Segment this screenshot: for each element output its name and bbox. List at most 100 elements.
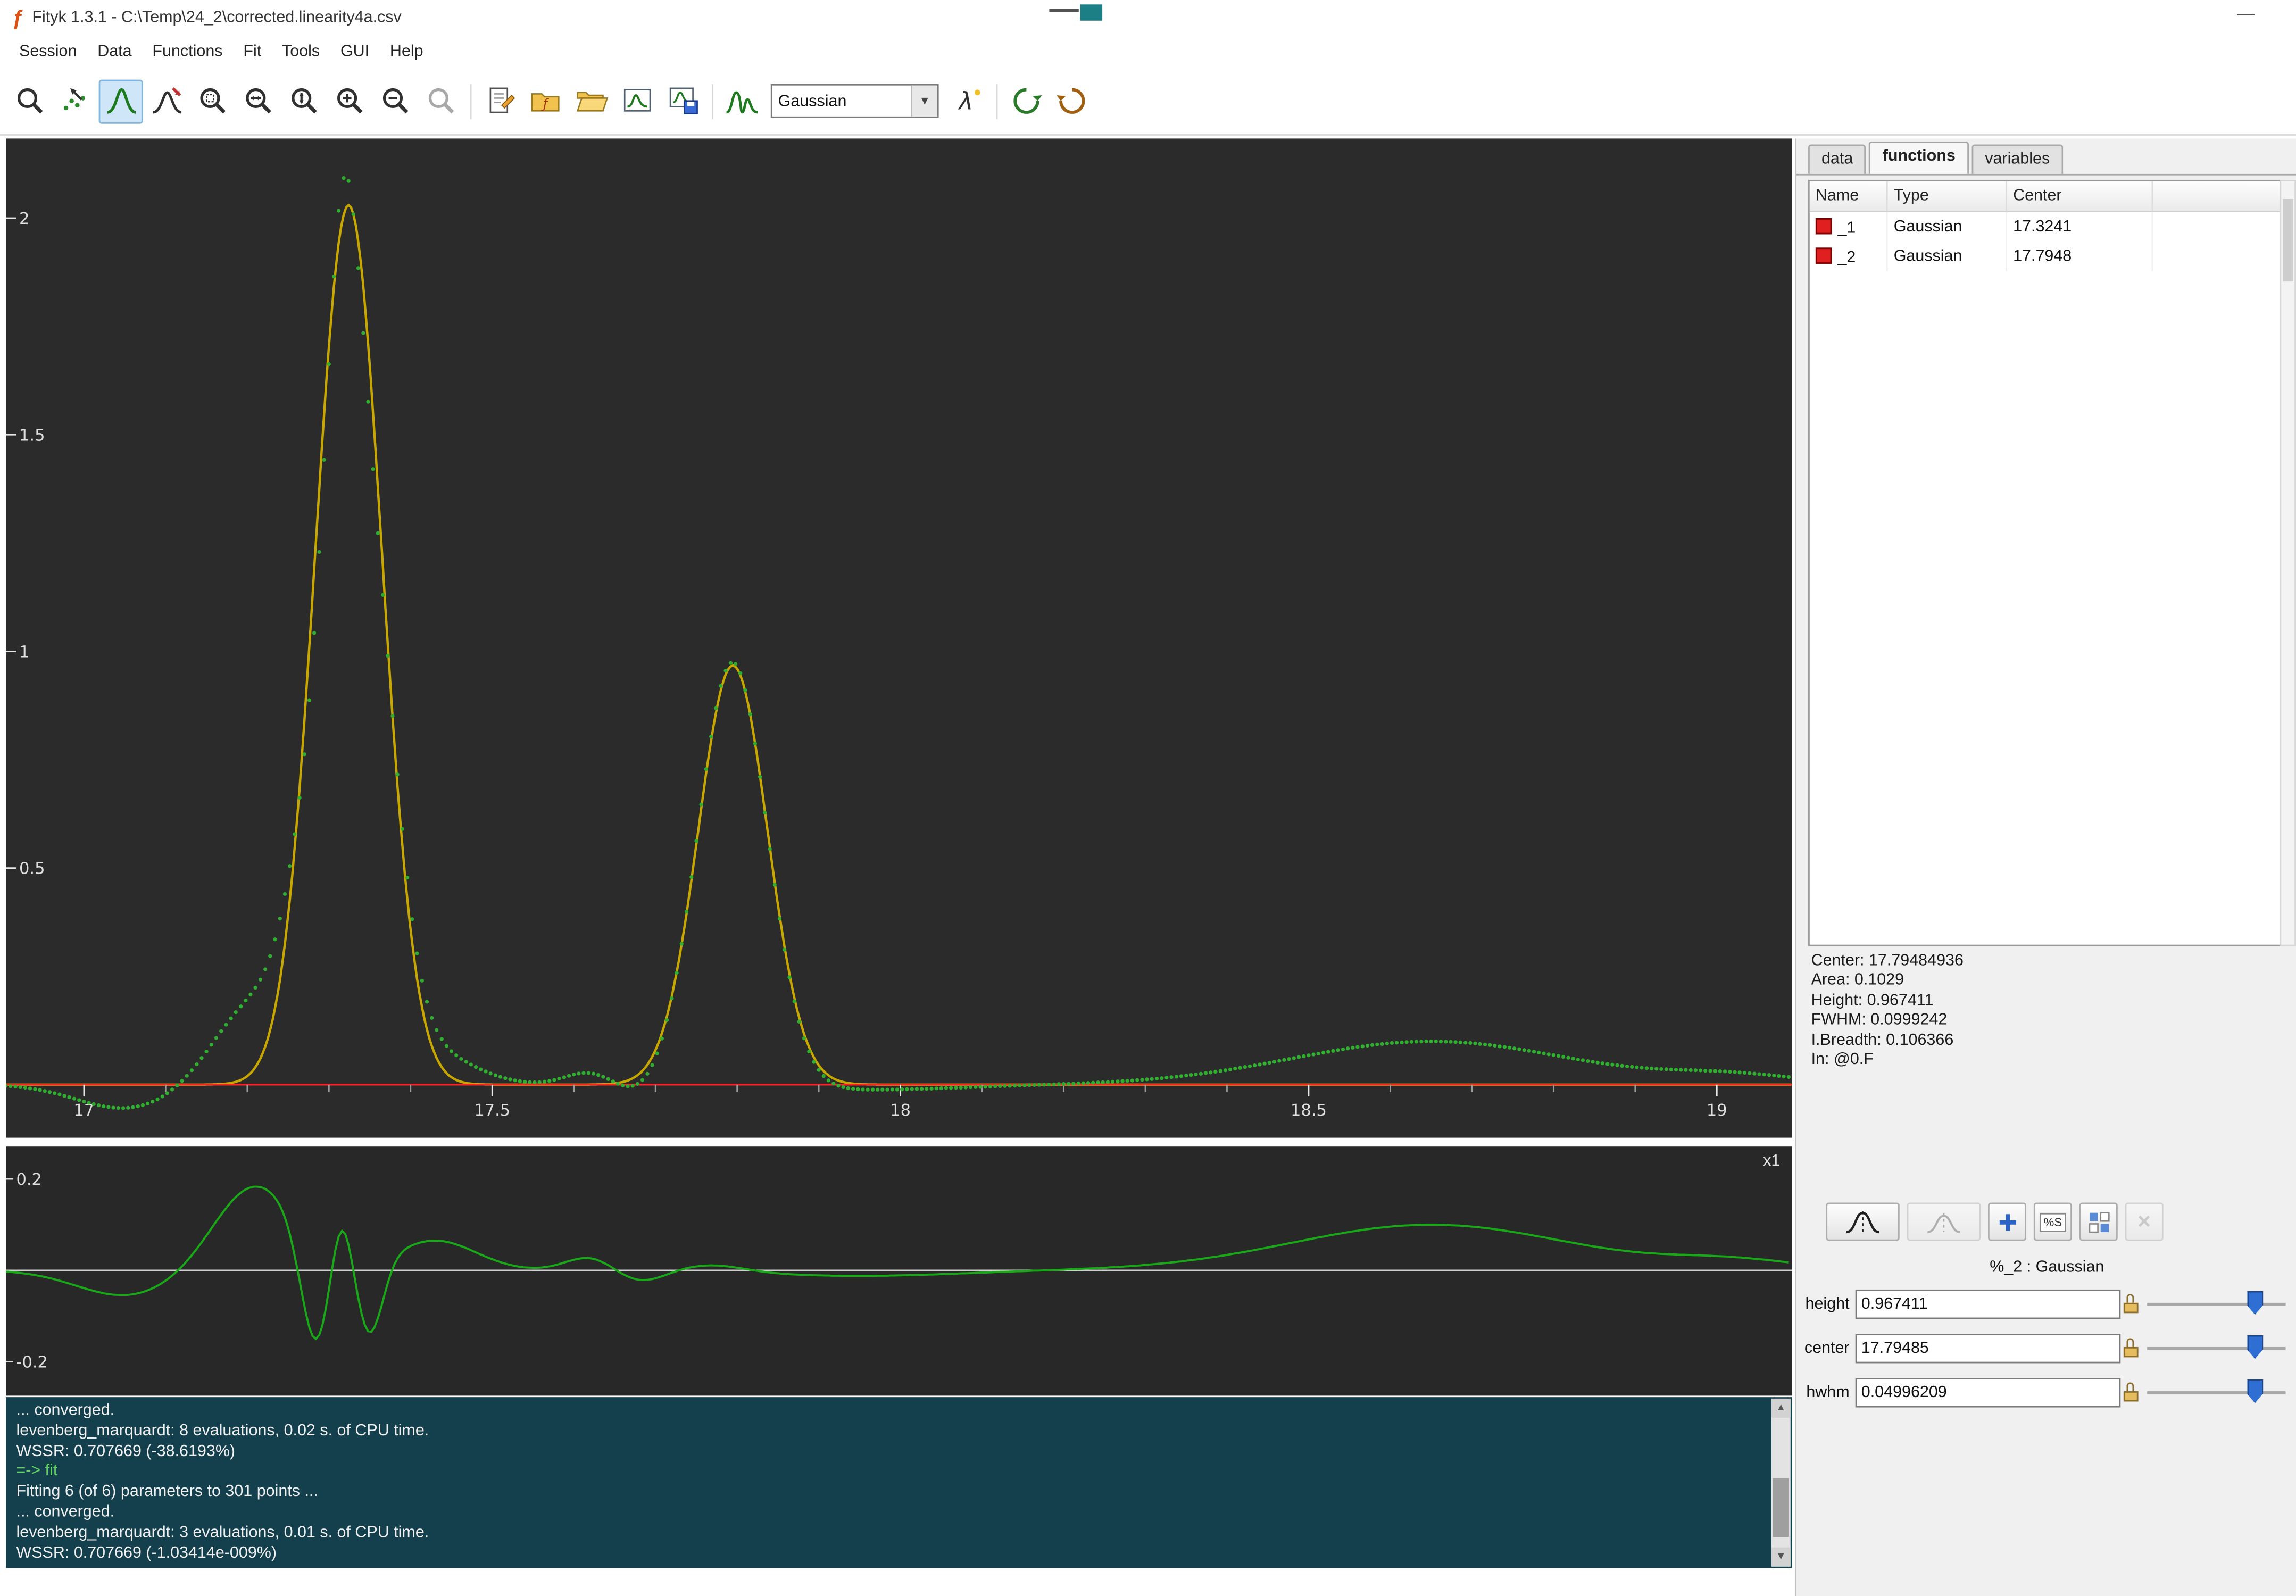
function-row[interactable]: _1 Gaussian 17.3241 <box>1809 211 2282 242</box>
console-line: =-> fit <box>16 1462 58 1481</box>
menu-item[interactable]: Data <box>87 38 142 65</box>
menu-item[interactable]: Functions <box>142 38 233 65</box>
function-center: 17.7948 <box>2006 242 2153 271</box>
selected-function-label: %_2 : Gaussian <box>1990 1258 2104 1276</box>
slider-thumb[interactable] <box>2247 1335 2264 1359</box>
info-line: FWHM: 0.0999242 <box>1811 1011 1948 1029</box>
function-labels-button[interactable] <box>1907 1202 1981 1241</box>
screen-artifact <box>1080 4 1103 21</box>
parameter-input[interactable] <box>1855 1334 2121 1364</box>
console-scrollbar[interactable]: ▲ ▼ <box>1771 1398 1791 1567</box>
sidebar-tabs: data functions variables <box>1796 138 2296 176</box>
function-color-swatch[interactable] <box>1815 217 1832 234</box>
table-scrollbar[interactable] <box>2280 179 2296 946</box>
delete-function-button[interactable]: ✕ <box>2125 1202 2164 1241</box>
menu-item[interactable]: Tools <box>272 38 330 65</box>
svg-text:0.2: 0.2 <box>16 1170 41 1189</box>
data-properties-icon[interactable] <box>478 79 522 123</box>
function-row[interactable]: _2 Gaussian 17.7948 <box>1809 242 2282 271</box>
svg-text:19: 19 <box>1707 1101 1727 1120</box>
aux-scale-label: x1 <box>1763 1152 1781 1170</box>
plot-image-icon[interactable] <box>614 79 659 123</box>
slider-thumb[interactable] <box>2247 1291 2264 1315</box>
save-image-icon[interactable] <box>660 79 704 123</box>
scrollbar-thumb[interactable] <box>2283 198 2293 282</box>
zoom-in-icon[interactable] <box>327 79 371 123</box>
add-peak-mode-icon[interactable] <box>98 79 143 123</box>
function-table-header: Name Type Center <box>1809 181 2282 212</box>
toolbar-separator <box>470 83 472 119</box>
menu-item[interactable]: Help <box>380 38 434 65</box>
slider-groove <box>2147 1302 2286 1306</box>
sidebar: data functions variables Name Type Center … <box>1795 138 2296 1596</box>
zoom-out-icon[interactable] <box>373 79 417 123</box>
menu-item[interactable]: Session <box>9 38 87 65</box>
parameter-slider[interactable] <box>2147 1329 2286 1368</box>
function-type: Gaussian <box>1887 242 2008 271</box>
lock-icon[interactable] <box>2123 1338 2139 1358</box>
console-line: levenberg_marquardt: 3 evaluations, 0.01… <box>16 1523 429 1542</box>
open-session-icon[interactable]: ƒ <box>523 79 567 123</box>
function-type-select[interactable]: Gaussian ▼ <box>770 84 939 118</box>
column-header-name[interactable]: Name <box>1809 181 1888 212</box>
zoom-all-icon[interactable] <box>190 79 234 123</box>
svg-text:0.5: 0.5 <box>19 860 45 878</box>
parameter-slider[interactable] <box>2147 1374 2286 1412</box>
menu-item[interactable]: Fit <box>233 38 272 65</box>
continue-fit-icon[interactable] <box>1049 79 1093 123</box>
function-name: _2 <box>1837 248 1856 267</box>
undo-fit-icon[interactable] <box>1004 79 1048 123</box>
svg-text:17: 17 <box>74 1101 95 1120</box>
percent-toggle-button[interactable]: %S <box>2033 1202 2072 1241</box>
scroll-down-icon[interactable]: ▼ <box>1771 1547 1791 1567</box>
open-data-icon[interactable] <box>569 79 613 123</box>
sidebar-tab[interactable]: data <box>1808 144 1867 174</box>
aux-plot-canvas[interactable]: 0.2 -0.2 <box>5 1146 1792 1395</box>
zoom-mode-icon[interactable] <box>7 79 52 123</box>
slider-thumb[interactable] <box>2247 1379 2264 1403</box>
add-function-button[interactable] <box>1987 1202 2027 1241</box>
color-grid-button[interactable] <box>2079 1202 2118 1241</box>
svg-text:λ: λ <box>957 87 972 115</box>
column-header-center[interactable]: Center <box>2006 181 2153 212</box>
parameter-row: center <box>1796 1329 2296 1374</box>
data-range-mode-icon[interactable] <box>53 79 97 123</box>
svg-text:17.5: 17.5 <box>474 1101 510 1120</box>
function-color-swatch[interactable] <box>1815 247 1832 263</box>
app-logo-icon: ƒ <box>12 6 23 30</box>
chevron-down-icon[interactable]: ▼ <box>910 85 937 117</box>
zoom-horizontal-icon[interactable] <box>236 79 280 123</box>
menu-item[interactable]: GUI <box>330 38 380 65</box>
sidebar-tab[interactable]: variables <box>1971 144 2064 174</box>
activate-function-mode-icon[interactable] <box>144 79 188 123</box>
scrollbar-thumb[interactable] <box>1773 1478 1790 1537</box>
slider-groove <box>2147 1346 2286 1350</box>
parameter-input[interactable] <box>1855 1289 2121 1319</box>
sidebar-toolbar: %S ✕ <box>1826 1202 2164 1241</box>
function-marks-button[interactable] <box>1826 1202 1900 1241</box>
toolbar-separator <box>996 83 998 119</box>
auto-add-peak-icon[interactable] <box>719 79 763 123</box>
function-type-value: Gaussian <box>778 92 847 110</box>
parameter-input[interactable] <box>1855 1378 2121 1408</box>
minimize-button[interactable]: — <box>2237 3 2255 24</box>
sidebar-tab[interactable]: functions <box>1869 141 1969 174</box>
aux-plot[interactable]: 0.2 -0.2 x1 <box>5 1146 1792 1396</box>
main-plot-canvas[interactable]: 17 17.5 18 18.5 19 0.5 1 1.5 2 <box>3 138 1792 1137</box>
main-plot[interactable]: 17 17.5 18 18.5 19 0.5 1 1.5 2 <box>3 138 1792 1138</box>
parameter-slider[interactable] <box>2147 1285 2286 1324</box>
column-header-type[interactable]: Type <box>1887 181 2008 212</box>
info-line: Area: 0.1029 <box>1811 971 1904 990</box>
title-bar: ƒ Fityk 1.3.1 - C:\Temp\24_2\corrected.l… <box>0 0 2296 36</box>
lock-icon[interactable] <box>2123 1294 2139 1314</box>
console-output: ... converged. levenberg_marquardt: 8 eva… <box>6 1397 1792 1568</box>
scroll-up-icon[interactable]: ▲ <box>1771 1398 1791 1418</box>
parameter-label: hwhm <box>1806 1384 1850 1402</box>
zoom-vertical-icon[interactable] <box>281 79 326 123</box>
svg-text:18: 18 <box>890 1101 911 1120</box>
lock-icon[interactable] <box>2123 1382 2139 1402</box>
fit-run-icon[interactable]: λ <box>945 79 989 123</box>
function-name: _1 <box>1837 219 1856 237</box>
parameter-row: height <box>1796 1285 2296 1329</box>
previous-zoom-icon[interactable] <box>419 79 463 123</box>
